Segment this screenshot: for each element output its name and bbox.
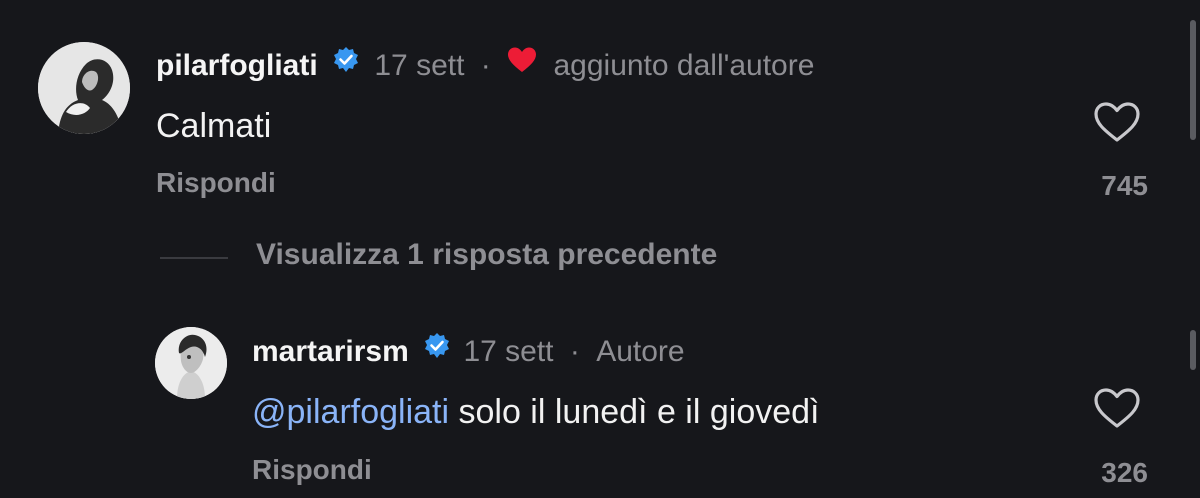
avatar-image (155, 327, 227, 399)
comment-body: Calmati (156, 107, 272, 145)
author-badge: Autore (596, 335, 685, 368)
avatar-image (38, 42, 130, 134)
meta-separator: · (480, 49, 491, 82)
avatar-martarirsm[interactable] (155, 327, 227, 399)
heart-outline-icon (1094, 388, 1140, 428)
meta-separator: · (569, 335, 580, 368)
comment-time: 17 sett (374, 49, 465, 82)
username-pilarfogliati[interactable]: pilarfogliati (156, 49, 318, 82)
comment-text-reply: @pilarfogliati solo il lunedì e il giove… (252, 390, 820, 434)
username-martarirsm[interactable]: martarirsm (252, 335, 409, 368)
avatar-pilarfogliati[interactable] (38, 42, 130, 134)
view-previous-replies-button[interactable]: Visualizza 1 risposta precedente (256, 238, 717, 272)
replies-divider (160, 257, 228, 259)
scrollbar-lower[interactable] (1190, 330, 1196, 370)
mention-link[interactable]: @pilarfogliati (252, 393, 449, 431)
like-button-top[interactable] (1092, 100, 1142, 149)
verified-badge-icon (423, 331, 451, 371)
comment-time: 17 sett (463, 335, 554, 368)
like-count-top: 745 (1101, 170, 1148, 201)
reply-button-top[interactable]: Rispondi (156, 167, 276, 199)
heart-outline-icon (1094, 102, 1140, 142)
comment-header-reply: martarirsm 17 sett · Autore (252, 332, 685, 372)
verified-badge-icon (332, 45, 360, 85)
comment-body: solo il lunedì e il giovedì (449, 393, 820, 431)
like-button-reply[interactable] (1092, 386, 1142, 435)
scrollbar[interactable] (1190, 20, 1196, 140)
comment-header-top: pilarfogliati 17 sett · aggiunto dall'au… (156, 46, 814, 86)
like-count-reply: 326 (1101, 457, 1148, 488)
comment-text-top: Calmati (156, 104, 271, 148)
heart-filled-icon (507, 45, 537, 85)
liked-by-author-label: aggiunto dall'autore (553, 49, 815, 82)
reply-button-reply[interactable]: Rispondi (252, 454, 372, 486)
